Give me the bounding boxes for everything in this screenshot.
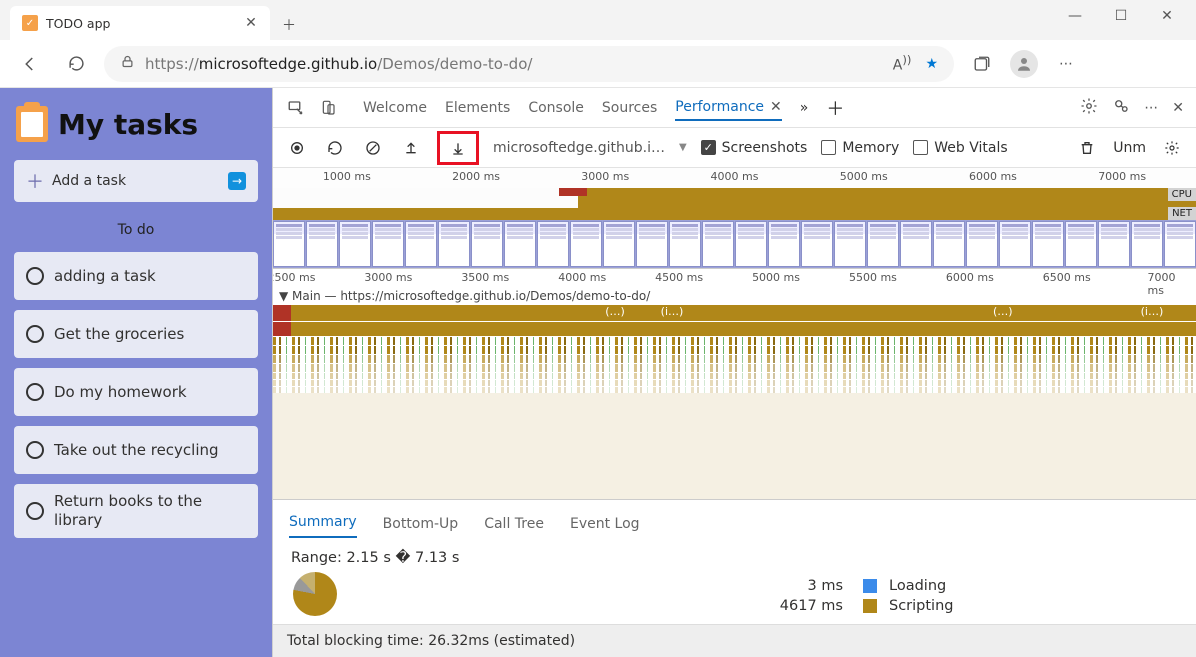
submit-icon[interactable]: → — [228, 172, 246, 190]
minimize-button[interactable]: — — [1052, 0, 1098, 32]
chevron-down-icon[interactable]: ▼ — [679, 142, 687, 153]
gear-icon[interactable] — [1080, 97, 1098, 119]
maximize-button[interactable]: ☐ — [1098, 0, 1144, 32]
add-task-label: Add a task — [52, 173, 126, 189]
more-tabs-icon[interactable]: » — [800, 100, 809, 116]
tab-favicon-icon: ✓ — [22, 15, 38, 31]
memory-checkbox[interactable]: Memory — [821, 140, 899, 156]
address-bar: https://microsoftedge.github.io/Demos/de… — [0, 40, 1196, 88]
legend-row: 3 msLoading — [631, 576, 1178, 596]
close-window-button[interactable]: ✕ — [1144, 0, 1190, 32]
range-text: Range: 2.15 s � 7.13 s — [291, 550, 1178, 566]
profile-button[interactable] — [1010, 50, 1038, 78]
add-task-button[interactable]: ＋ Add a task → — [14, 160, 258, 202]
clear-button[interactable] — [361, 136, 385, 160]
inspect-icon[interactable] — [285, 97, 307, 119]
favorite-icon[interactable]: ★ — [925, 56, 938, 72]
tab-bottom-up[interactable]: Bottom-Up — [383, 510, 459, 538]
settings-gear-icon[interactable] — [1160, 136, 1184, 160]
devtools-panel: Welcome Elements Console Sources Perform… — [272, 88, 1196, 657]
browser-tab[interactable]: ✓ TODO app ✕ — [10, 6, 270, 40]
close-icon[interactable]: ✕ — [770, 99, 782, 115]
detail-panel: Summary Bottom-Up Call Tree Event Log Ra… — [273, 499, 1196, 657]
add-tab-button[interactable]: ＋ — [826, 95, 844, 121]
tab-title: TODO app — [46, 16, 234, 31]
webvitals-checkbox[interactable]: Web Vitals — [913, 140, 1007, 156]
checkbox-icon[interactable] — [26, 325, 44, 343]
upload-button[interactable] — [399, 136, 423, 160]
net-track — [273, 208, 1196, 220]
donut-chart-icon — [293, 572, 337, 616]
menu-button[interactable]: ⋯ — [1048, 46, 1084, 82]
lock-icon — [120, 54, 135, 73]
back-button[interactable] — [12, 46, 48, 82]
list-item[interactable]: adding a task — [14, 252, 258, 300]
overflow-text: Unm — [1113, 140, 1146, 156]
cpu-track — [273, 188, 1196, 208]
more-icon[interactable]: ⋯ — [1144, 100, 1158, 116]
delete-icon[interactable] — [1075, 136, 1099, 160]
refresh-button[interactable] — [58, 46, 94, 82]
clipboard-icon — [16, 106, 48, 142]
flame-rows: (…) (i…) (…) (i…) — [273, 305, 1196, 393]
feedback-icon[interactable] — [1112, 97, 1130, 119]
device-toggle-icon[interactable] — [317, 97, 339, 119]
legend-row: 4617 msScripting — [631, 596, 1178, 616]
collections-button[interactable] — [964, 46, 1000, 82]
main-thread-label[interactable]: ▼ Main — https://microsoftedge.github.io… — [273, 287, 1196, 305]
list-item[interactable]: Do my homework — [14, 368, 258, 416]
record-button[interactable] — [285, 136, 309, 160]
checkbox-icon[interactable] — [26, 383, 44, 401]
close-devtools-button[interactable]: ✕ — [1172, 100, 1184, 116]
checkbox-icon[interactable] — [26, 441, 44, 459]
new-tab-button[interactable]: ＋ — [274, 10, 304, 40]
tab-sources[interactable]: Sources — [602, 96, 657, 120]
cpu-label: CPU — [1168, 188, 1196, 201]
read-aloud-icon[interactable]: A)) — [893, 53, 912, 74]
tab-event-log[interactable]: Event Log — [570, 510, 640, 538]
screenshot-filmstrip — [273, 220, 1196, 268]
tab-performance[interactable]: Performance✕ — [675, 95, 781, 121]
plus-icon: ＋ — [26, 168, 44, 194]
tab-summary[interactable]: Summary — [289, 508, 357, 538]
net-label: NET — [1168, 207, 1196, 220]
download-button[interactable] — [437, 131, 479, 165]
close-icon[interactable]: ✕ — [242, 14, 260, 32]
tab-console[interactable]: Console — [528, 96, 584, 120]
list-heading: To do — [14, 212, 258, 242]
performance-toolbar: microsoftedge.github.i… ▼ ✓Screenshots M… — [273, 128, 1196, 168]
flame-chart[interactable]: 2500 ms3000 ms3500 ms4000 ms4500 ms5000 … — [273, 269, 1196, 499]
list-item[interactable]: Get the groceries — [14, 310, 258, 358]
tab-elements[interactable]: Elements — [445, 96, 510, 120]
devtools-tabs: Welcome Elements Console Sources Perform… — [273, 88, 1196, 128]
list-item[interactable]: Take out the recycling — [14, 426, 258, 474]
list-item[interactable]: Return books to the library — [14, 484, 258, 538]
blocking-time-footer: Total blocking time: 26.32ms (estimated) — [273, 624, 1196, 657]
screenshots-checkbox[interactable]: ✓Screenshots — [701, 140, 808, 156]
checkbox-icon[interactable] — [26, 267, 44, 285]
demo-page: My tasks ＋ Add a task → To do adding a t… — [0, 88, 272, 657]
browser-tab-bar: ✓ TODO app ✕ ＋ — ☐ ✕ — [0, 0, 1196, 40]
reload-button[interactable] — [323, 136, 347, 160]
profile-name[interactable]: microsoftedge.github.i… — [493, 140, 665, 156]
page-title: My tasks — [58, 108, 198, 141]
url-text: https://microsoftedge.github.io/Demos/de… — [145, 55, 532, 73]
url-field[interactable]: https://microsoftedge.github.io/Demos/de… — [104, 46, 954, 82]
timeline-overview[interactable]: 1000 ms2000 ms3000 ms4000 ms5000 ms6000 … — [273, 168, 1196, 269]
tab-welcome[interactable]: Welcome — [363, 96, 427, 120]
tab-call-tree[interactable]: Call Tree — [484, 510, 544, 538]
checkbox-icon[interactable] — [26, 502, 44, 520]
